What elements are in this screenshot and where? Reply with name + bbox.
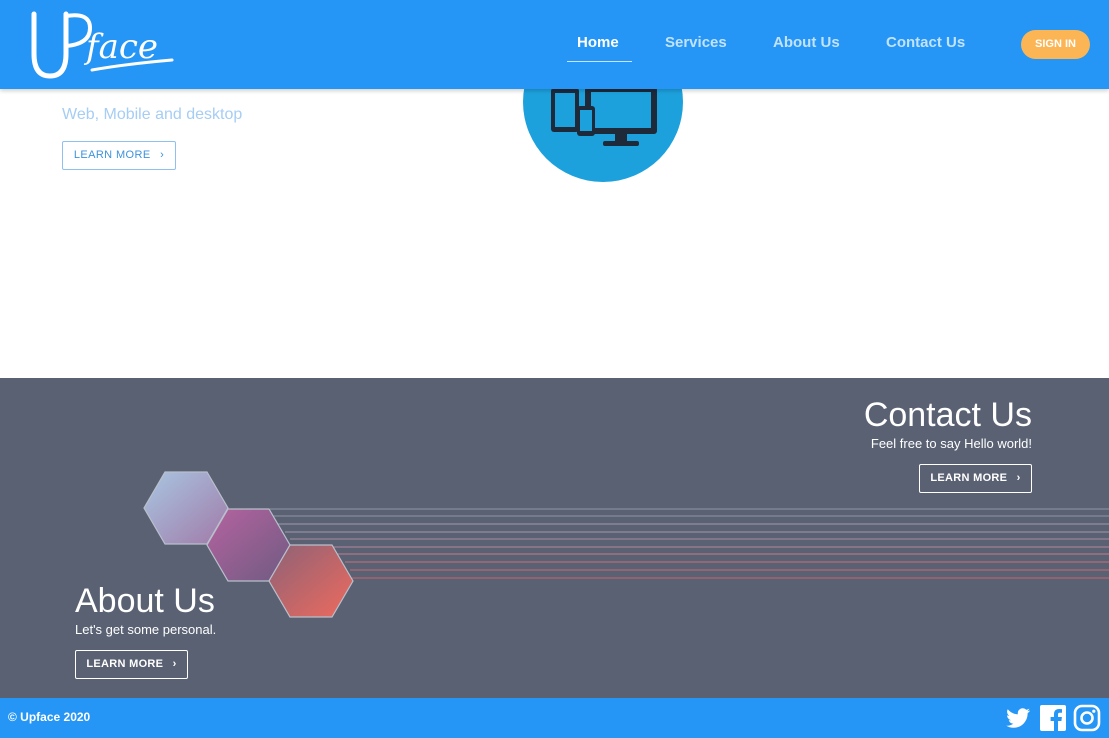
- footer: © Upface 2020: [0, 698, 1109, 738]
- top-navbar: face Home Services About Us Contact Us S…: [0, 0, 1109, 89]
- upface-logo[interactable]: face: [26, 8, 176, 80]
- contact-title: Contact Us: [863, 396, 1032, 434]
- arrow-right-icon: ›: [172, 658, 177, 670]
- about-learn-more-button[interactable]: LEARN MORE ›: [75, 650, 188, 679]
- sign-in-button[interactable]: SIGN IN: [1021, 30, 1090, 59]
- nav-services[interactable]: Services: [665, 34, 727, 51]
- feature-band: Contact Us Feel free to say Hello world!…: [0, 378, 1109, 698]
- nav-contact-us[interactable]: Contact Us: [886, 34, 965, 51]
- about-title: About Us: [75, 582, 215, 620]
- facebook-icon[interactable]: [1039, 704, 1067, 732]
- services-learn-more-label: LEARN MORE: [73, 149, 151, 161]
- contact-learn-more-label: LEARN MORE: [930, 472, 1008, 484]
- contact-subtitle: Feel free to say Hello world!: [870, 436, 1032, 451]
- services-learn-more-button[interactable]: LEARN MORE ›: [62, 141, 176, 170]
- about-learn-more-label: LEARN MORE: [86, 658, 164, 670]
- instagram-icon[interactable]: [1073, 704, 1101, 732]
- services-subtitle: Web, Mobile and desktop: [62, 106, 243, 123]
- arrow-right-icon: ›: [160, 149, 165, 161]
- nav-active-underline: [567, 61, 632, 62]
- copyright-text: © Upface 2020: [8, 710, 91, 724]
- about-subtitle: Let's get some personal.: [75, 622, 217, 637]
- arrow-right-icon: ›: [1016, 472, 1021, 484]
- twitter-icon[interactable]: [1004, 704, 1032, 732]
- contact-learn-more-button[interactable]: LEARN MORE ›: [919, 464, 1032, 493]
- nav-home[interactable]: Home: [577, 34, 619, 51]
- nav-about-us[interactable]: About Us: [773, 34, 840, 51]
